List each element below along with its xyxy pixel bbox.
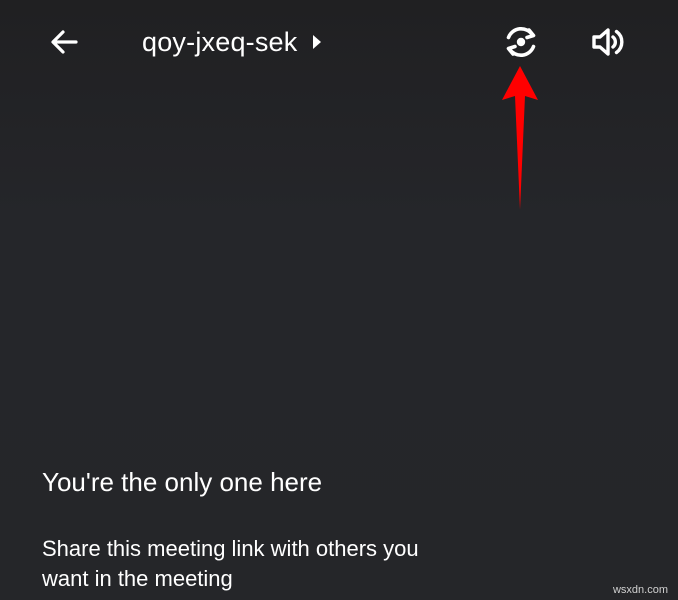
switch-camera-button[interactable] — [498, 20, 544, 64]
annotation-arrow — [502, 66, 538, 210]
speaker-icon — [592, 28, 624, 56]
speaker-button[interactable] — [584, 20, 630, 64]
meeting-info: You're the only one here Share this meet… — [42, 462, 602, 594]
switch-camera-icon — [506, 27, 536, 57]
share-link-description: Share this meeting link with others you … — [42, 536, 419, 591]
watermark: wsxdn.com — [612, 584, 668, 596]
meeting-code: qoy-jxeq-sek — [142, 26, 298, 57]
only-one-here-title: You're the only one here — [42, 467, 323, 497]
arrow-back-icon — [51, 30, 78, 54]
meeting-screen: qoy-jxeq-sek You're the only one here Sh… — [0, 0, 678, 600]
top-bar: qoy-jxeq-sek — [0, 0, 678, 86]
back-button[interactable] — [42, 22, 86, 62]
meeting-code-button[interactable]: qoy-jxeq-sek — [142, 22, 323, 62]
chevron-right-icon — [311, 33, 323, 51]
